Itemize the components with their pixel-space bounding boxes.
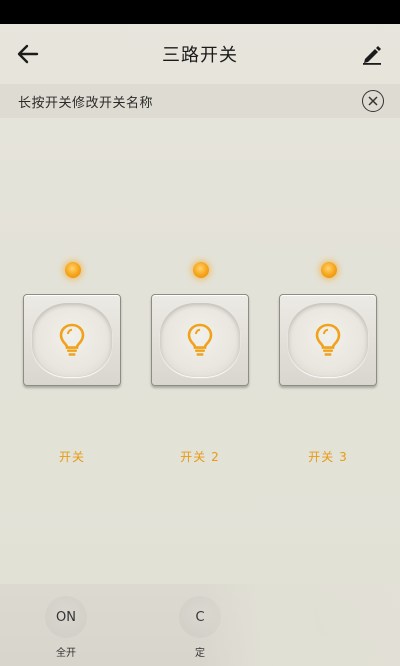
switch-key-face: [160, 303, 240, 377]
all-on-label: 全开: [56, 648, 76, 659]
arrow-left-icon: [17, 44, 39, 64]
lightbulb-icon: [315, 323, 341, 356]
lightbulb-icon: [187, 323, 213, 356]
header: 三路开关: [0, 24, 400, 84]
switch-label-2: 开关 2: [180, 450, 220, 464]
bottom-third-button[interactable]: [304, 596, 364, 644]
indicator-led-3: [321, 262, 337, 278]
switch-key-3[interactable]: [279, 294, 377, 386]
hint-text: 长按开关修改开关名称: [18, 95, 154, 111]
edit-button[interactable]: [354, 38, 390, 70]
back-button[interactable]: [10, 38, 46, 70]
switch-key-face: [288, 303, 368, 377]
all-on-button[interactable]: ON 全开: [36, 596, 96, 659]
status-bar: [0, 0, 400, 24]
timer-circle: C: [179, 596, 221, 638]
timer-label: 定: [195, 648, 205, 659]
switch-key-face: [32, 303, 112, 377]
all-on-circle: ON: [45, 596, 87, 638]
hint-bar: 长按开关修改开关名称: [0, 84, 400, 118]
page-title: 三路开关: [162, 45, 238, 66]
switch-label-1: 开关: [58, 450, 85, 464]
indicator-led-2: [193, 262, 209, 278]
bottom-bar: ON 全开 C 定: [0, 584, 400, 666]
hint-close-button[interactable]: [362, 90, 384, 112]
bottom-third-circle: [313, 596, 355, 638]
close-circle-icon: [368, 96, 378, 106]
switch-key-1[interactable]: [23, 294, 121, 386]
lightbulb-icon: [59, 323, 85, 356]
switch-label-3: 开关 3: [308, 450, 348, 464]
timer-button[interactable]: C 定: [170, 596, 230, 659]
pencil-icon: [363, 46, 381, 65]
switch-key-2[interactable]: [151, 294, 249, 386]
indicator-led-1: [65, 262, 81, 278]
